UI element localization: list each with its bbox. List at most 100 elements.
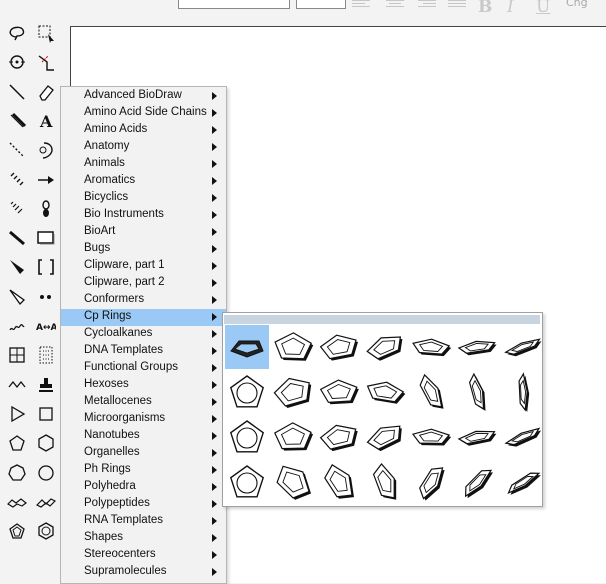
text-tool-icon[interactable]: A: [35, 110, 57, 132]
pentagon-icon[interactable]: [6, 432, 28, 454]
cp-ring-template[interactable]: [409, 325, 453, 369]
hollow-wedge-icon[interactable]: [6, 286, 28, 308]
align-right-icon[interactable]: [418, 0, 436, 9]
menu-item-rna-templates[interactable]: RNA Templates: [61, 513, 226, 530]
cp-ring-template[interactable]: [317, 460, 361, 504]
cp-ring-template[interactable]: [409, 460, 453, 504]
font-size-field[interactable]: [296, 0, 346, 9]
menu-item-functional-groups[interactable]: Functional Groups: [61, 360, 226, 377]
cp-ring-template[interactable]: [225, 325, 269, 369]
benzene-icon[interactable]: [35, 520, 57, 542]
menu-item-bugs[interactable]: Bugs: [61, 241, 226, 258]
arrow-icon[interactable]: [35, 169, 57, 191]
wedge-bond-icon[interactable]: [6, 256, 28, 278]
cp-ring-template[interactable]: [363, 325, 407, 369]
cp-ring-template[interactable]: [455, 415, 499, 459]
lasso-icon[interactable]: [6, 22, 28, 44]
cp-ring-template[interactable]: [409, 370, 453, 414]
hashed-bond-icon[interactable]: [6, 169, 28, 191]
pen-tool-icon[interactable]: [35, 139, 57, 161]
cp-ring-template[interactable]: [501, 370, 545, 414]
menu-item-animals[interactable]: Animals: [61, 156, 226, 173]
justify-icon[interactable]: [448, 0, 466, 9]
menu-item-cp-rings[interactable]: Cp Rings: [61, 309, 226, 326]
cp-ring-template[interactable]: [455, 460, 499, 504]
cp-ring-template[interactable]: [225, 460, 269, 504]
menu-item-bioart[interactable]: BioArt: [61, 224, 226, 241]
menu-item-organelles[interactable]: Organelles: [61, 445, 226, 462]
brackets-icon[interactable]: [35, 256, 57, 278]
cp-ring-template[interactable]: [363, 415, 407, 459]
menu-item-amino-acids[interactable]: Amino Acids: [61, 122, 226, 139]
reaction-atom-map-icon[interactable]: A↔A: [35, 315, 57, 337]
table-icon[interactable]: [6, 344, 28, 366]
align-center-icon[interactable]: [386, 0, 404, 9]
heptagon-icon[interactable]: [6, 462, 28, 484]
cp-ring-template[interactable]: [317, 415, 361, 459]
font-name-field[interactable]: [178, 0, 290, 9]
query-icon[interactable]: [35, 344, 57, 366]
menu-item-supramolecules[interactable]: Supramolecules: [61, 564, 226, 581]
cp-ring-template[interactable]: [271, 460, 315, 504]
bond-select-icon[interactable]: [35, 51, 57, 73]
dashed-bond-icon[interactable]: [6, 139, 28, 161]
bold-bond-icon[interactable]: [6, 110, 28, 132]
menu-item-amino-acid-side-chains[interactable]: Amino Acid Side Chains: [61, 105, 226, 122]
cp-ring-template[interactable]: [363, 460, 407, 504]
cp-ring-template[interactable]: [271, 370, 315, 414]
bold-icon[interactable]: B: [478, 0, 492, 17]
menu-item-conformers[interactable]: Conformers: [61, 292, 226, 309]
cp-ring-template[interactable]: [271, 415, 315, 459]
drawing-elements-icon[interactable]: [35, 227, 57, 249]
align-left-icon[interactable]: [352, 0, 370, 9]
cyclopentadiene-icon[interactable]: [6, 520, 28, 542]
menu-item-clipware-part-1[interactable]: Clipware, part 1: [61, 258, 226, 275]
cp-ring-template[interactable]: [455, 370, 499, 414]
cp-ring-template[interactable]: [409, 415, 453, 459]
italic-icon[interactable]: I: [507, 0, 514, 17]
stamp-icon[interactable]: [35, 374, 57, 396]
cp-ring-template[interactable]: [363, 370, 407, 414]
cp-ring-template[interactable]: [225, 415, 269, 459]
menu-item-ph-rings[interactable]: Ph Rings: [61, 462, 226, 479]
chain-icon[interactable]: [6, 374, 28, 396]
menu-item-nanotubes[interactable]: Nanotubes: [61, 428, 226, 445]
underline-icon[interactable]: U: [536, 0, 550, 17]
orbital-icon[interactable]: [35, 198, 57, 220]
triangle-icon[interactable]: [6, 403, 28, 425]
menu-item-bicyclics[interactable]: Bicyclics: [61, 190, 226, 207]
hashed-wedge-icon[interactable]: [6, 198, 28, 220]
cp-ring-template[interactable]: [455, 325, 499, 369]
change-button[interactable]: Chg: [566, 0, 588, 9]
menu-item-shapes[interactable]: Shapes: [61, 530, 226, 547]
cp-ring-template[interactable]: [501, 415, 545, 459]
menu-item-clipware-part-2[interactable]: Clipware, part 2: [61, 275, 226, 292]
hexagon-icon[interactable]: [35, 432, 57, 454]
menu-item-polypeptides[interactable]: Polypeptides: [61, 496, 226, 513]
single-bond-icon[interactable]: [6, 81, 28, 103]
menu-item-bio-instruments[interactable]: Bio Instruments: [61, 207, 226, 224]
menu-item-metallocenes[interactable]: Metallocenes: [61, 394, 226, 411]
menu-item-microorganisms[interactable]: Microorganisms: [61, 411, 226, 428]
charge-icon[interactable]: [35, 286, 57, 308]
cp-ring-template[interactable]: [317, 325, 361, 369]
rotate-icon[interactable]: [6, 51, 28, 73]
menu-item-stereocenters[interactable]: Stereocenters: [61, 547, 226, 564]
menu-item-dna-templates[interactable]: DNA Templates: [61, 343, 226, 360]
menu-item-anatomy[interactable]: Anatomy: [61, 139, 226, 156]
menu-item-cycloalkanes[interactable]: Cycloalkanes: [61, 326, 226, 343]
square-icon[interactable]: [35, 403, 57, 425]
eraser-icon[interactable]: [35, 81, 57, 103]
submenu-tearoff-bar[interactable]: [224, 315, 540, 324]
bold-line-icon[interactable]: [6, 227, 28, 249]
menu-item-aromatics[interactable]: Aromatics: [61, 173, 226, 190]
cp-ring-template[interactable]: [317, 370, 361, 414]
cp-ring-template[interactable]: [225, 370, 269, 414]
marquee-icon[interactable]: [35, 22, 57, 44]
menu-item-hexoses[interactable]: Hexoses: [61, 377, 226, 394]
menu-item-advanced-biodraw[interactable]: Advanced BioDraw: [61, 88, 226, 105]
chair-alt-icon[interactable]: [35, 491, 57, 513]
circle-icon[interactable]: [35, 462, 57, 484]
cp-ring-template[interactable]: [271, 325, 315, 369]
cp-ring-template[interactable]: [501, 460, 545, 504]
